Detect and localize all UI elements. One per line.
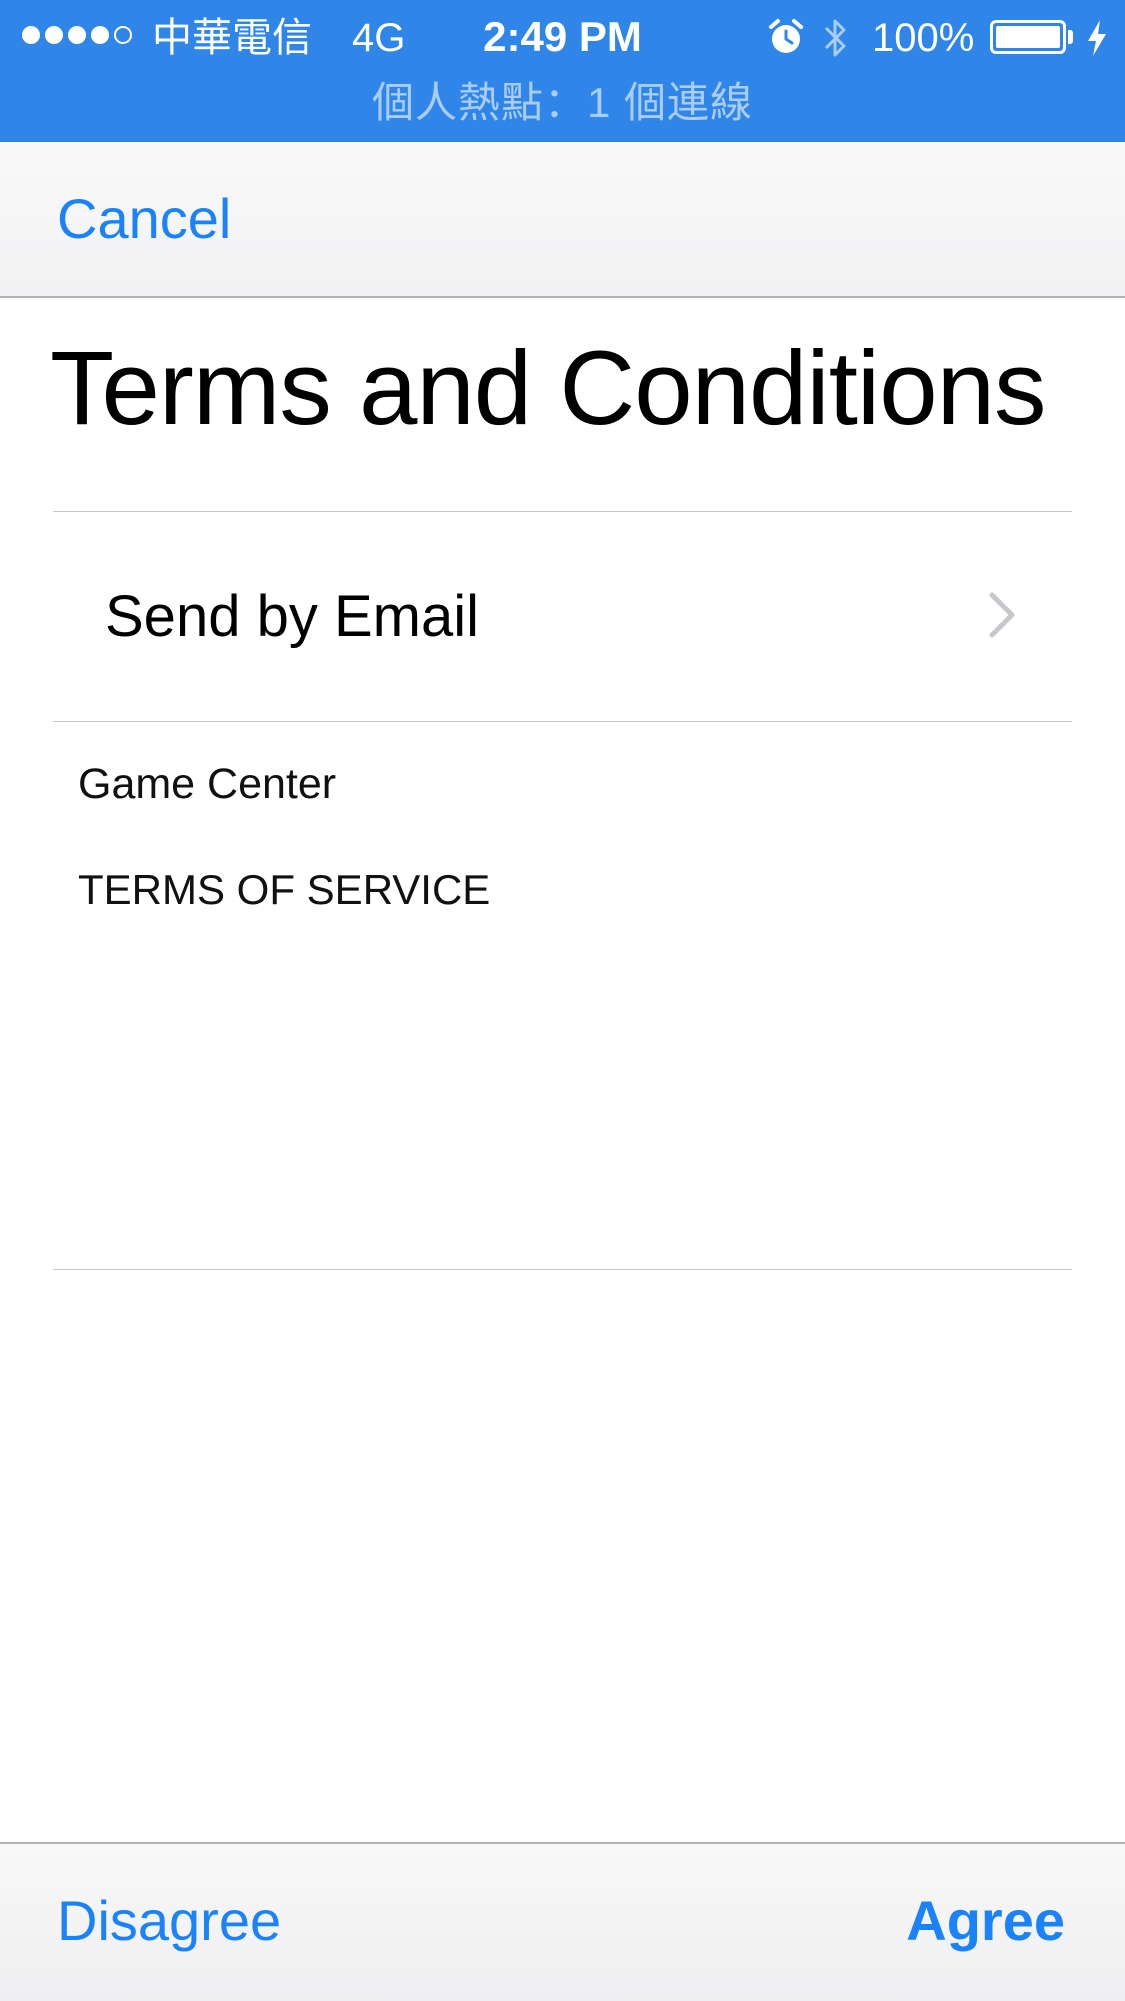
personal-hotspot-banner[interactable]: 個人熱點：1 個連線: [0, 76, 1125, 130]
navigation-bar: Cancel: [0, 142, 1125, 298]
send-by-email-row[interactable]: Send by Email: [53, 512, 1072, 721]
agree-button[interactable]: Agree: [906, 1888, 1065, 1954]
bluetooth-icon: [824, 19, 846, 57]
divider: [53, 721, 1072, 722]
document-heading: Game Center: [78, 760, 337, 808]
divider: [53, 1269, 1072, 1270]
send-by-email-label: Send by Email: [105, 584, 479, 649]
chevron-right-icon: [989, 592, 1015, 638]
battery-level: [996, 26, 1060, 48]
page-title: Terms and Conditions: [50, 330, 1046, 447]
document-subheading: TERMS OF SERVICE: [78, 866, 491, 913]
bottom-toolbar: Disagree Agree: [0, 1842, 1125, 2001]
battery-icon: [990, 20, 1066, 54]
alarm-icon: [769, 19, 803, 53]
disagree-button[interactable]: Disagree: [57, 1888, 281, 1954]
cancel-button[interactable]: Cancel: [57, 186, 231, 252]
status-bar: 中華電信 4G 2:49 PM 100% 個人熱點：1 個連線: [0, 0, 1125, 142]
charging-icon: [1088, 20, 1106, 56]
battery-tip: [1068, 30, 1073, 44]
battery-percentage: 100%: [872, 16, 975, 60]
status-bar-row: 中華電信 4G 2:49 PM 100%: [0, 0, 1125, 78]
